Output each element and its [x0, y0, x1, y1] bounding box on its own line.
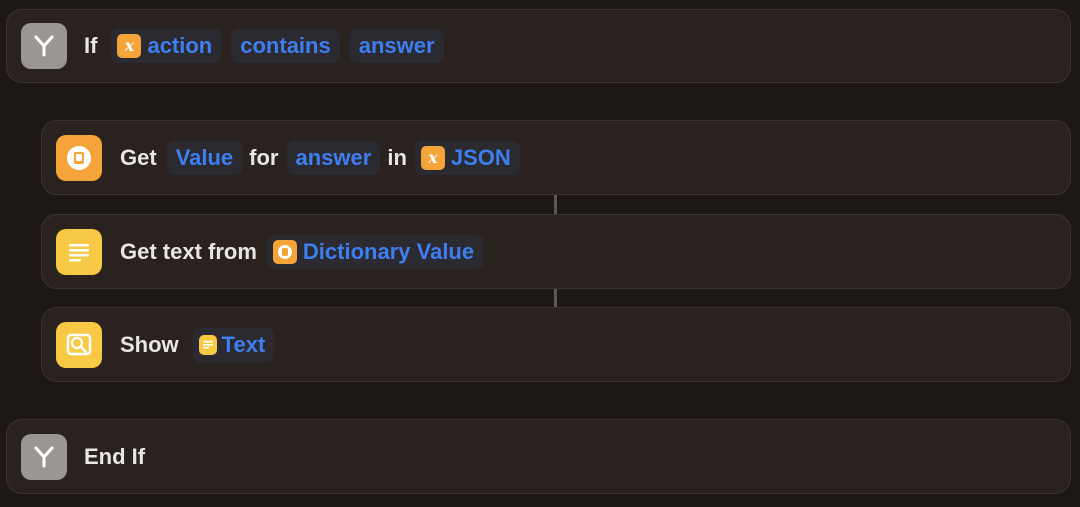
get-value-action-card[interactable]: Get Value for answer in x JSON	[41, 120, 1071, 195]
variable-x-icon: x	[117, 34, 142, 58]
if-variable-token[interactable]: x action	[111, 29, 222, 63]
flow-connector	[554, 195, 557, 214]
for-word: for	[249, 144, 279, 170]
get-text-action-card[interactable]: Get text from Dictionary Value	[41, 214, 1071, 289]
dictionary-value-label: Dictionary Value	[302, 238, 475, 264]
flow-connector	[554, 289, 557, 307]
show-action-card[interactable]: Show Text	[41, 307, 1071, 382]
if-operator-token[interactable]: contains	[231, 29, 340, 63]
end-if-action-card[interactable]: End If	[6, 419, 1071, 494]
text-variable-label: Text	[221, 331, 266, 357]
show-result-icon	[56, 321, 102, 368]
text-lines-icon	[56, 228, 102, 275]
dictionary-icon	[272, 239, 297, 264]
show-label: Show	[120, 331, 179, 357]
if-value-token[interactable]: answer	[349, 29, 444, 63]
if-keyword: If	[84, 33, 98, 58]
key-type-token[interactable]: Value	[166, 140, 243, 175]
key-token[interactable]: answer	[286, 140, 381, 175]
dictionary-icon	[56, 134, 102, 181]
branch-icon	[21, 433, 67, 480]
branch-icon	[21, 23, 67, 69]
source-token[interactable]: x JSON	[414, 140, 520, 175]
text-lines-icon	[198, 334, 217, 355]
source-label: JSON	[450, 144, 511, 170]
in-word: in	[387, 144, 407, 170]
if-variable-label: action	[147, 33, 213, 58]
text-variable-token[interactable]: Text	[192, 327, 275, 362]
get-text-label: Get text from	[120, 238, 257, 264]
dictionary-value-token[interactable]: Dictionary Value	[266, 234, 484, 269]
if-action-card[interactable]: If x action contains answer	[6, 9, 1071, 83]
variable-x-icon: x	[420, 145, 445, 170]
end-if-label: End If	[84, 443, 146, 469]
get-verb: Get	[120, 144, 157, 170]
